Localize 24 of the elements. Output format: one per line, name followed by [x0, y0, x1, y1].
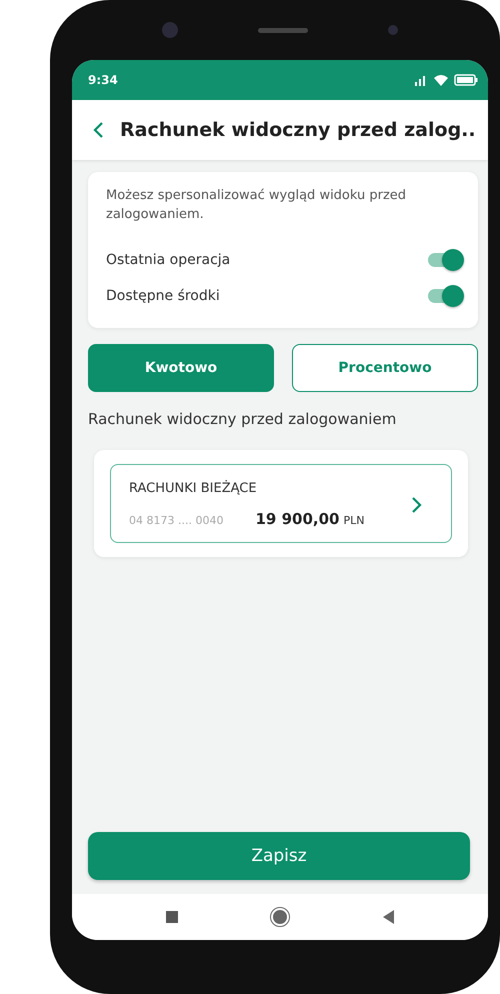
- back-icon[interactable]: [382, 910, 394, 924]
- account-number: 04 8173 .... 0040: [129, 514, 224, 527]
- toggle-label: Ostatnia operacja: [106, 252, 230, 268]
- account-balance: 19 900,00: [255, 510, 340, 528]
- settings-description: Możesz spersonalizować wygląd widoku przed zalogowaniem.: [106, 187, 408, 224]
- save-button[interactable]: Zapisz: [88, 832, 470, 880]
- speaker-icon: [258, 28, 308, 32]
- section-title: Rachunek widoczny przed zalogowaniem: [88, 410, 398, 428]
- camera-icon: [162, 22, 178, 38]
- currency-label: PLN: [343, 514, 364, 527]
- recents-icon[interactable]: [166, 911, 178, 923]
- account-name: RACHUNKI BIEŻĄCE: [129, 481, 258, 496]
- battery-icon: [454, 74, 478, 86]
- home-icon[interactable]: [271, 908, 289, 926]
- toggle-label: Dostępne środki: [106, 288, 220, 304]
- status-time: 9:34: [88, 73, 118, 87]
- sensor-icon: [388, 25, 398, 35]
- chevron-right-icon: [411, 496, 423, 514]
- mode-button[interactable]: Kwotowo: [88, 344, 274, 392]
- wifi-icon: [433, 74, 449, 86]
- header-title: Rachunek widoczny przed zalog..: [120, 119, 476, 141]
- account-item[interactable]: RACHUNKI BIEŻĄCE 04 8173 .... 0040 19 900,00 PLN: [110, 464, 452, 543]
- mode-button[interactable]: Procentowo: [292, 344, 478, 392]
- signal-icon: [414, 74, 428, 86]
